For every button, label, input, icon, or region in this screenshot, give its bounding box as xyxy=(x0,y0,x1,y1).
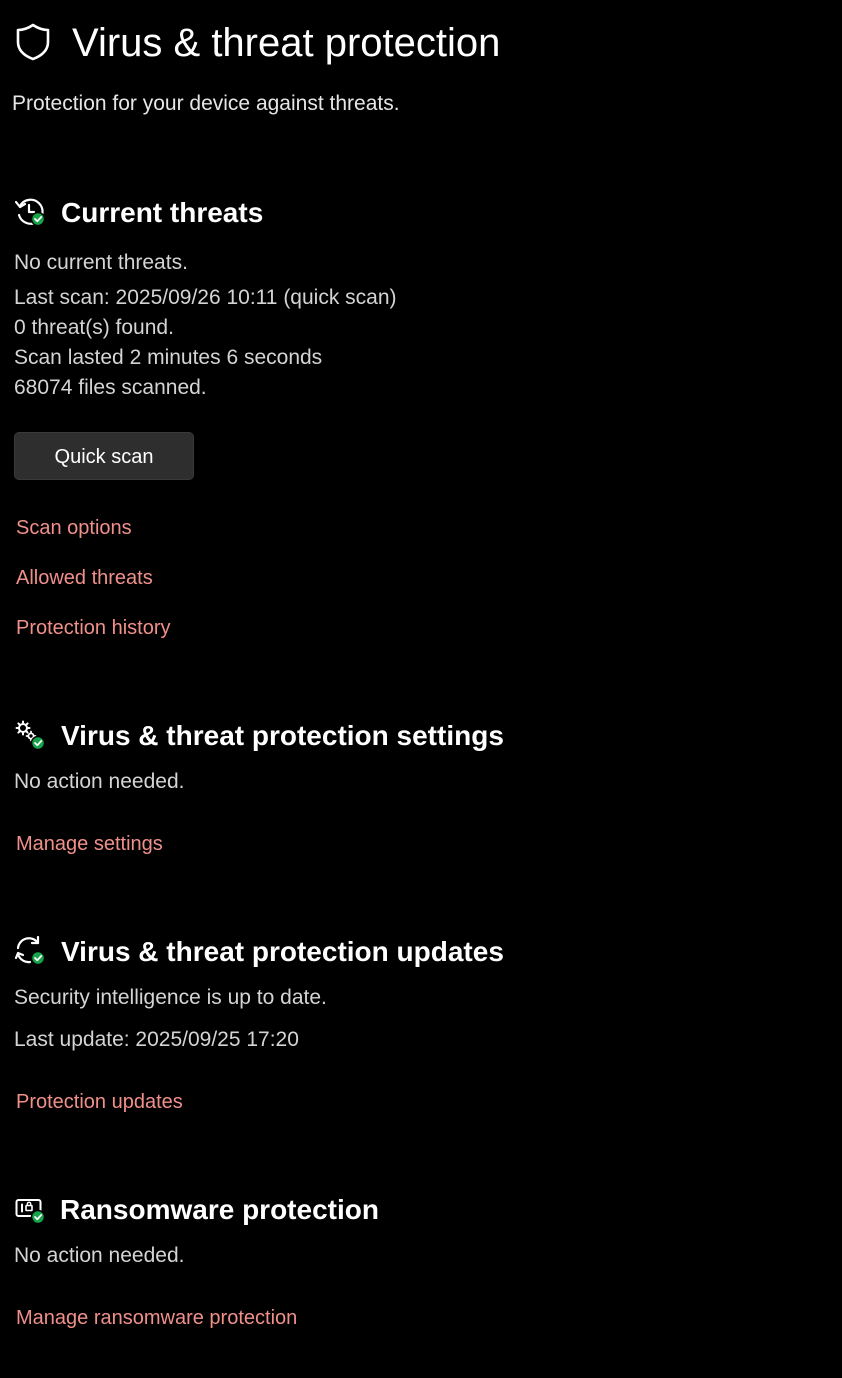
page-title: Virus & threat protection xyxy=(72,21,501,65)
shield-icon xyxy=(14,22,52,62)
protection-history-link[interactable]: Protection history xyxy=(16,615,171,641)
section-title-protection-updates: Virus & threat protection updates xyxy=(61,936,504,967)
protection-updates-link[interactable]: Protection updates xyxy=(16,1089,183,1115)
last-update-text: Last update: 2025/09/25 17:20 xyxy=(14,1028,299,1051)
scan-duration-text: Scan lasted 2 minutes 6 seconds xyxy=(14,346,323,369)
history-check-icon xyxy=(14,196,46,228)
ransomware-check-icon xyxy=(14,1195,46,1227)
manage-ransomware-protection-link[interactable]: Manage ransomware protection xyxy=(16,1305,297,1331)
allowed-threats-link[interactable]: Allowed threats xyxy=(16,565,153,591)
settings-status-text: No action needed. xyxy=(14,770,185,793)
page-subtitle: Protection for your device against threa… xyxy=(12,92,400,115)
last-scan-text: Last scan: 2025/09/26 10:11 (quick scan) xyxy=(14,286,397,309)
files-scanned-text: 68074 files scanned. xyxy=(14,376,207,399)
section-title-ransomware-protection: Ransomware protection xyxy=(60,1194,379,1225)
section-title-current-threats: Current threats xyxy=(61,197,264,228)
threat-status-text: No current threats. xyxy=(14,251,188,274)
ransomware-status-text: No action needed. xyxy=(14,1244,185,1267)
manage-settings-link[interactable]: Manage settings xyxy=(16,831,163,857)
threats-found-text: 0 threat(s) found. xyxy=(14,316,174,339)
scan-options-link[interactable]: Scan options xyxy=(16,515,132,541)
gears-check-icon xyxy=(14,720,46,752)
refresh-check-icon xyxy=(14,935,46,967)
quick-scan-button[interactable]: Quick scan xyxy=(14,432,194,480)
updates-status-text: Security intelligence is up to date. xyxy=(14,986,327,1009)
section-title-protection-settings: Virus & threat protection settings xyxy=(61,720,504,751)
